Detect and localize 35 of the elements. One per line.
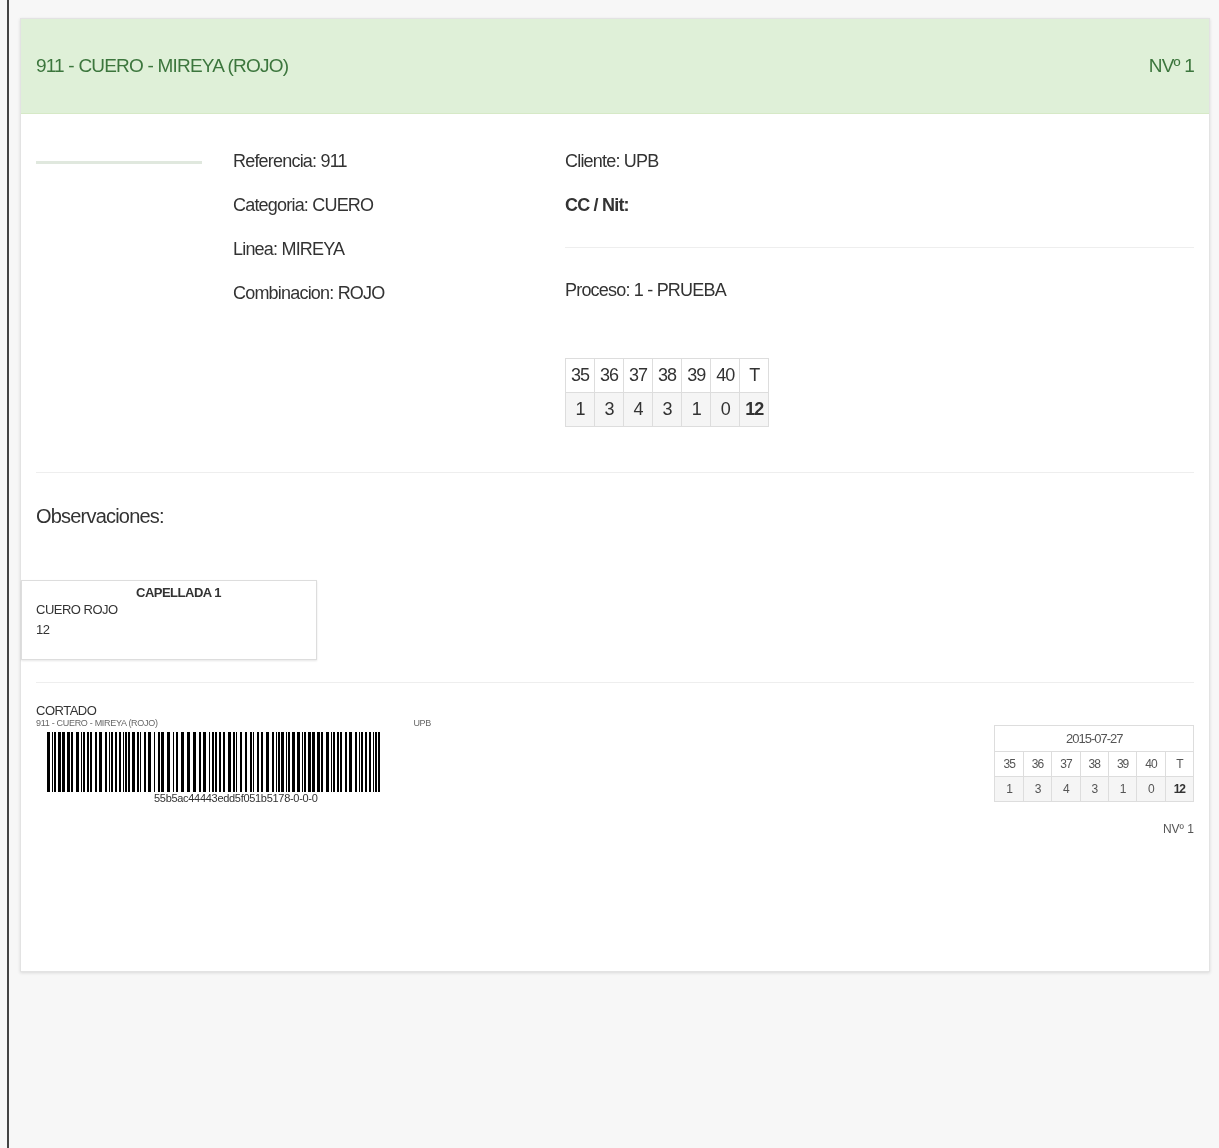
- size-header-cell: 36: [594, 358, 624, 393]
- detail-text: Linea: MIREYA: [233, 238, 345, 261]
- size-header-cell: 37: [1051, 751, 1081, 777]
- size-header-cell: 35: [995, 751, 1024, 777]
- client-text: CC / Nit:: [565, 194, 629, 217]
- size-value-cell: 1: [995, 776, 1024, 802]
- size-value-cell: 1: [565, 392, 595, 427]
- size-header-cell: 40: [1136, 751, 1166, 777]
- label-client: UPB: [413, 718, 431, 728]
- order-title: 911 - CUERO - MIREYA (ROJO): [36, 55, 289, 77]
- size-header-cell: 35: [565, 358, 595, 393]
- size-header-cell: T: [1165, 751, 1194, 777]
- size-header-cell: 39: [1108, 751, 1137, 777]
- stage-text: CORTADO: [36, 703, 98, 718]
- size-header-cell: T: [739, 358, 769, 393]
- piece-quantity: 12: [36, 621, 51, 639]
- size-header-cell: 38: [652, 358, 682, 393]
- barcode-text: 55b5ac44443edd5f051b5178-0-0-0: [154, 792, 319, 804]
- observations-label: Observaciones:: [36, 505, 165, 528]
- order-number: NVº 1: [1148, 55, 1194, 77]
- process-text: Proceso: 1 - PRUEBA: [565, 279, 726, 302]
- detail-text: Categoria: CUERO: [233, 194, 374, 217]
- size-header-cell: 39: [681, 358, 711, 393]
- detail-text: Referencia: 911: [233, 150, 347, 173]
- client-text: Cliente: UPB: [565, 150, 659, 173]
- label-number: NVº 1: [1162, 822, 1194, 836]
- piece-title: CAPELLADA 1: [136, 585, 223, 600]
- size-header-cell: 36: [1023, 751, 1052, 777]
- size-header-cell: 37: [623, 358, 653, 393]
- date-cell: 2015-07-27: [995, 725, 1194, 752]
- size-header-cell: 38: [1080, 751, 1109, 777]
- size-header-cell: 40: [710, 358, 740, 393]
- label-title: 911 - CUERO - MIREYA (ROJO): [36, 718, 158, 728]
- detail-text: Combinacion: ROJO: [233, 282, 385, 305]
- piece-material: CUERO ROJO: [36, 601, 119, 619]
